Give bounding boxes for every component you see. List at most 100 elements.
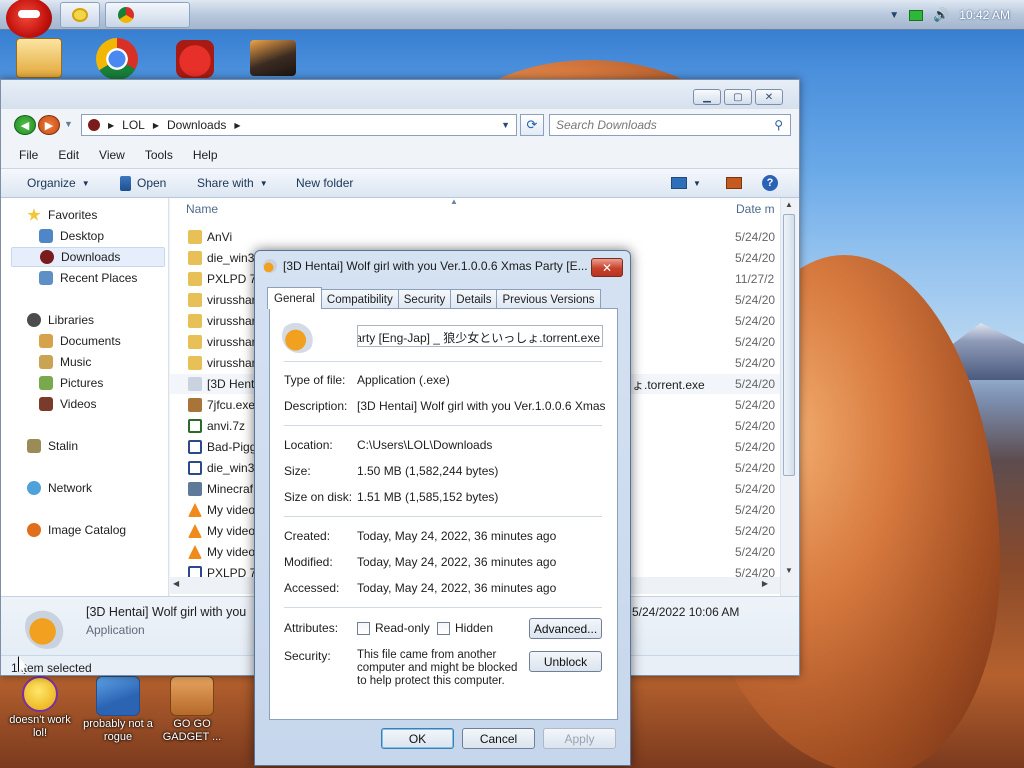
nav-recent-places[interactable]: Recent Places [39,268,137,288]
cancel-button[interactable]: Cancel [462,728,535,749]
nav-pictures[interactable]: Pictures [39,373,103,393]
tab-compatibility[interactable]: Compatibility [320,289,399,309]
app-shortcut-icon[interactable] [250,40,296,76]
tab-general[interactable]: General [267,287,322,309]
nav-desktop[interactable]: Desktop [39,226,104,246]
scroll-right-icon[interactable]: ▶ [762,579,768,588]
separator [284,516,602,517]
filename-input[interactable]: Xmas Party [Eng-Jap] _ 狼少女といっしょ.torrent.… [357,325,603,347]
share-with-button[interactable]: Share with ▼ [197,176,268,190]
gears-icon [96,676,140,716]
recent-pages-chevron-icon[interactable]: ▼ [64,119,73,129]
breadcrumb-lol[interactable]: LOL [122,118,145,132]
nav-favorites[interactable]: Favorites [27,205,97,225]
chevron-down-icon: ▼ [693,178,701,188]
smiley-icon [22,676,58,712]
nav-image-catalog[interactable]: Image Catalog [27,520,126,540]
file-date: 5/24/20 [735,398,776,412]
refresh-button[interactable]: ⟳ [520,114,544,136]
change-view-button[interactable]: ▼ [671,177,701,189]
forward-button[interactable]: ▶ [38,115,60,135]
desktop-icon-go-go-gadget[interactable]: GO GO GADGET ... [154,676,230,744]
desktop-icon-ym[interactable]: doesn't work lol! [2,676,78,740]
network-icon[interactable] [909,9,924,21]
hidden-checkbox[interactable]: Hidden [437,621,493,635]
file-name-tail: ょ.torrent.exe [632,377,705,392]
file-name: 7jfcu.exe [207,398,256,412]
read-only-checkbox-box[interactable] [357,621,370,635]
new-folder-button[interactable]: New folder [296,176,353,190]
file-date: 5/24/20 [735,251,776,265]
7z-archive-icon [188,419,202,433]
rocket-small-icon [263,259,277,273]
chevron-up-icon[interactable]: ▼ [889,10,899,21]
libraries-icon [27,313,41,327]
minimize-button[interactable]: ▁ [693,89,721,105]
nav-documents[interactable]: Documents [39,331,121,351]
desktop-icon-probably-not-a-rogue[interactable]: probably not a rogue [80,676,156,744]
nav-videos[interactable]: Videos [39,394,96,414]
network-globe-icon [27,481,41,495]
dialog-titlebar[interactable]: [3D Hentai] Wolf girl with you Ver.1.0.0… [263,259,593,273]
hidden-checkbox-box[interactable] [437,621,450,635]
vertical-scrollbar[interactable]: ▲ ▼ [780,198,797,658]
address-bar[interactable]: ▶ LOL ▶ Downloads ▶ ▼ [81,114,517,136]
nav-music[interactable]: Music [39,352,91,372]
menu-tools[interactable]: Tools [135,148,183,162]
scroll-down-icon[interactable]: ▼ [785,566,793,575]
breadcrumb-downloads[interactable]: Downloads [167,118,226,132]
volume-icon[interactable]: 🔊 [933,7,949,23]
explorer-titlebar[interactable] [1,80,799,109]
scroll-left-icon[interactable]: ◀ [173,579,179,588]
ok-button[interactable]: OK [381,728,454,749]
scroll-thumb[interactable] [783,214,795,476]
search-icon[interactable]: ⚲ [774,118,783,132]
file-date: 5/24/20 [735,230,776,244]
open-button[interactable]: Open [120,175,166,191]
close-button[interactable]: ✕ [755,89,783,105]
folder-icon [188,335,202,349]
file-date: 5/24/20 [735,335,776,349]
nav-downloads[interactable]: Downloads [11,247,165,267]
back-button[interactable]: ◀ [14,115,36,135]
menu-file[interactable]: File [9,148,48,162]
angry-birds-shortcut-icon[interactable] [176,40,214,78]
menu-view[interactable]: View [89,148,135,162]
unblock-button[interactable]: Unblock [529,651,602,672]
organize-button[interactable]: Organize ▼ [27,176,90,190]
scroll-up-icon[interactable]: ▲ [785,200,793,209]
help-button[interactable]: ? [762,175,778,191]
nav-libraries[interactable]: Libraries [27,310,94,330]
advanced-button[interactable]: Advanced... [529,618,602,639]
folder-icon [188,272,202,286]
preview-pane-button[interactable] [726,177,742,189]
taskbar-button-chrome[interactable] [105,2,190,28]
desktop-shortcut-user[interactable] [16,38,62,78]
column-header-date[interactable]: Date m [736,202,775,216]
file-date: 5/24/20 [735,356,776,370]
menu-help[interactable]: Help [183,148,228,162]
tab-details[interactable]: Details [450,289,498,309]
search-input[interactable]: Search Downloads ⚲ [549,114,791,136]
sun-icon [72,8,88,22]
maximize-button[interactable]: ▢ [724,89,752,105]
apply-button[interactable]: Apply [543,728,616,749]
chrome-shortcut-icon[interactable] [96,38,138,80]
dialog-close-button[interactable]: ✕ [591,258,623,277]
menu-edit[interactable]: Edit [48,148,89,162]
read-only-checkbox[interactable]: Read-only [357,621,430,635]
start-button[interactable] [6,0,52,38]
nav-label: Image Catalog [48,523,127,537]
desktop-icon-label: GO GO GADGET ... [162,718,222,743]
nav-stalin[interactable]: Stalin [27,436,78,456]
taskbar-button-app[interactable] [60,2,100,28]
tab-security[interactable]: Security [397,289,452,309]
box-icon [170,676,214,716]
address-dropdown-icon[interactable]: ▼ [501,120,510,130]
tab-previous-versions[interactable]: Previous Versions [496,289,601,309]
clock[interactable]: 10:42 AM [959,8,1010,22]
new-folder-label: New folder [296,176,354,190]
nav-network[interactable]: Network [27,478,92,498]
column-header-name[interactable]: Name [186,202,218,216]
file-row[interactable]: AnVi 5/24/20 [170,227,790,247]
